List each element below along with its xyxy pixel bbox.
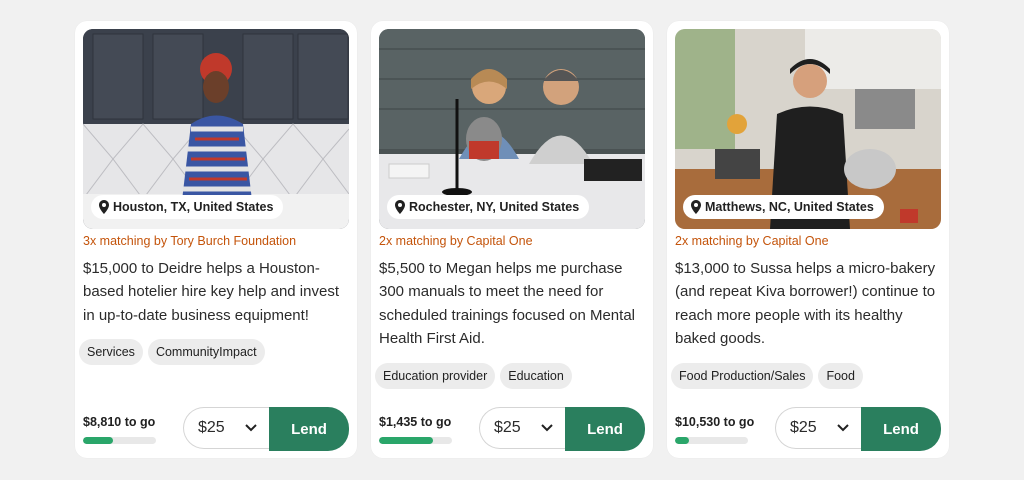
- location-text: Matthews, NC, United States: [705, 200, 874, 214]
- location-pin-icon: [99, 200, 109, 214]
- loan-card[interactable]: Houston, TX, United States 3x matching b…: [75, 21, 357, 458]
- location-pin-icon: [395, 200, 405, 214]
- loan-description[interactable]: $5,500 to Megan helps me purchase 300 ma…: [379, 257, 649, 351]
- loan-card[interactable]: Matthews, NC, United States 2x matching …: [667, 21, 949, 458]
- amount-to-go: $10,530 to go: [675, 415, 755, 429]
- lend-button[interactable]: Lend: [269, 407, 349, 451]
- location-badge: Rochester, NY, United States: [387, 195, 590, 219]
- matching-text: 2x matching by Capital One: [379, 234, 533, 248]
- matching-text: 2x matching by Capital One: [675, 234, 829, 248]
- lend-amount-value: $25: [494, 419, 521, 436]
- location-text: Rochester, NY, United States: [409, 200, 580, 214]
- loan-description[interactable]: $13,000 to Sussa helps a micro-bakery (a…: [675, 257, 945, 351]
- tag-chip[interactable]: Education provider: [375, 363, 496, 389]
- lend-amount-select[interactable]: $25: [183, 407, 269, 449]
- chevron-down-icon: [837, 424, 849, 432]
- location-badge: Matthews, NC, United States: [683, 195, 884, 219]
- chevron-down-icon: [541, 424, 553, 432]
- tag-chip[interactable]: Services: [79, 339, 143, 365]
- amount-to-go: $1,435 to go: [379, 415, 452, 429]
- tag-chip[interactable]: Food Production/Sales: [671, 363, 814, 389]
- lend-button[interactable]: Lend: [861, 407, 941, 451]
- tag-list: Education provider Education: [375, 363, 572, 389]
- tag-chip[interactable]: CommunityImpact: [147, 339, 265, 365]
- loan-description[interactable]: $15,000 to Deidre helps a Houston-based …: [83, 257, 353, 327]
- progress-bar: [379, 437, 452, 444]
- tag-list: Services CommunityImpact: [79, 339, 265, 365]
- tag-chip[interactable]: Food: [818, 363, 863, 389]
- lend-amount-value: $25: [790, 419, 817, 436]
- matching-text: 3x matching by Tory Burch Foundation: [83, 234, 297, 248]
- progress-bar: [83, 437, 156, 444]
- progress-bar: [675, 437, 748, 444]
- borrower-photo[interactable]: Houston, TX, United States: [83, 29, 349, 229]
- lend-amount-select[interactable]: $25: [479, 407, 565, 449]
- chevron-down-icon: [245, 424, 257, 432]
- location-text: Houston, TX, United States: [113, 200, 274, 214]
- tag-list: Food Production/Sales Food: [671, 363, 863, 389]
- progress-fill: [83, 437, 113, 444]
- location-badge: Houston, TX, United States: [91, 195, 284, 219]
- progress-fill: [675, 437, 689, 444]
- progress-fill: [379, 437, 434, 444]
- borrower-photo[interactable]: Rochester, NY, United States: [379, 29, 645, 229]
- loan-card[interactable]: Rochester, NY, United States 2x matching…: [371, 21, 653, 458]
- borrower-photo[interactable]: Matthews, NC, United States: [675, 29, 941, 229]
- lend-button[interactable]: Lend: [565, 407, 645, 451]
- tag-chip[interactable]: Education: [500, 363, 572, 389]
- location-pin-icon: [691, 200, 701, 214]
- lend-amount-value: $25: [198, 419, 225, 436]
- amount-to-go: $8,810 to go: [83, 415, 156, 429]
- lend-amount-select[interactable]: $25: [775, 407, 861, 449]
